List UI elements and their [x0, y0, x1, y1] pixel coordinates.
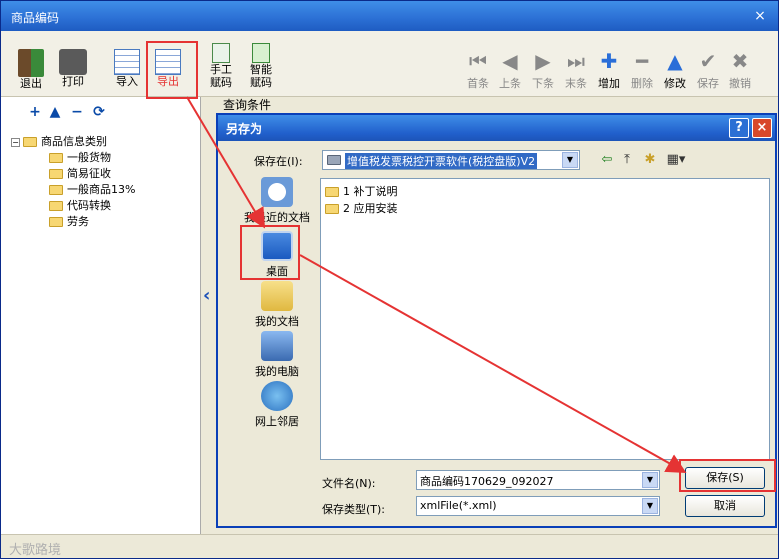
- list-item[interactable]: 2 应用安装: [325, 200, 398, 216]
- print-button[interactable]: 打印: [53, 41, 93, 99]
- dialog-title: 另存为: [226, 122, 263, 136]
- xml-smart-icon: [252, 43, 270, 63]
- exit-button[interactable]: 退出: [11, 41, 51, 99]
- save-record-button[interactable]: ✔ 保存: [691, 41, 725, 97]
- help-button[interactable]: ?: [729, 118, 749, 138]
- first-icon: ⏮: [469, 49, 487, 73]
- check-icon: ✔: [699, 49, 717, 73]
- highlight-box-desktop: [240, 225, 300, 280]
- printer-icon: [59, 49, 87, 75]
- highlight-box-export: [146, 41, 198, 99]
- filetype-select[interactable]: xmlFile(*.xml) ▼: [416, 496, 660, 516]
- network-globe-icon: [261, 381, 293, 411]
- edit-icon: ▲: [667, 49, 683, 73]
- save-in-select[interactable]: 增值税发票税控开票软件(税控盘版)V2 ▼: [322, 150, 580, 170]
- smart-code-button[interactable]: 智能 赋码: [241, 39, 281, 97]
- tree-item[interactable]: 代码转换: [49, 197, 111, 213]
- folder-icon: [49, 169, 63, 179]
- close-window-button[interactable]: ×: [750, 7, 770, 25]
- folder-icon: [325, 187, 339, 197]
- exit-door-icon: [18, 49, 44, 77]
- add-button[interactable]: ✚ 增加: [592, 41, 626, 97]
- view-menu-icon[interactable]: ▦▾: [664, 152, 688, 168]
- tree-add-icon[interactable]: +: [27, 103, 43, 121]
- prev-icon: ◀: [502, 49, 518, 73]
- collapse-panel-icon[interactable]: ‹: [203, 285, 210, 306]
- my-computer-icon: [261, 331, 293, 361]
- folder-icon: [327, 155, 341, 165]
- filename-input[interactable]: 商品编码170629_092027 ▼: [416, 470, 660, 490]
- last-icon: ⏭: [567, 49, 585, 73]
- plus-icon: ✚: [600, 49, 618, 73]
- tree-refresh-icon[interactable]: ⟳: [91, 103, 107, 121]
- folder-icon: [23, 137, 37, 147]
- place-my-documents[interactable]: 我的文档: [232, 281, 322, 331]
- filetype-label: 保存类型(T):: [322, 503, 386, 516]
- tree-item[interactable]: 简易征收: [49, 165, 111, 181]
- prev-record-button[interactable]: ◀ 上条: [493, 41, 527, 97]
- file-list[interactable]: 1 补丁说明 2 应用安装: [320, 178, 770, 460]
- back-icon[interactable]: ⇦: [598, 152, 616, 168]
- main-window: 商品编码 × 退出 打印 导入 导出 手工 赋码 智能 赋码 ⏮ 首条 ◀ 上条…: [0, 0, 779, 559]
- manual-code-button[interactable]: 手工 赋码: [201, 39, 241, 97]
- tree-item[interactable]: 一般货物: [49, 149, 111, 165]
- tree-remove-icon[interactable]: −: [69, 103, 85, 121]
- watermark-logo: 大歌路境: [9, 543, 62, 558]
- delete-button[interactable]: ━ 删除: [625, 41, 659, 97]
- last-record-button[interactable]: ⏭ 末条: [559, 41, 593, 97]
- cross-icon: ✖: [731, 49, 749, 73]
- up-folder-icon[interactable]: ⤒: [618, 152, 636, 168]
- xml-doc-icon: [212, 43, 230, 63]
- query-conditions-label: 查询条件: [223, 98, 272, 112]
- folder-icon: [49, 153, 63, 163]
- filename-label: 文件名(N):: [322, 477, 376, 490]
- folder-icon: [49, 217, 63, 227]
- folder-icon: [49, 185, 63, 195]
- undo-button[interactable]: ✖ 撤销: [723, 41, 757, 97]
- tree-toolbar: + ▲ − ⟳: [9, 101, 193, 125]
- tree-item[interactable]: 一般商品13%: [49, 181, 135, 197]
- tree-item[interactable]: 劳务: [49, 213, 89, 229]
- status-bar: [1, 534, 778, 558]
- place-recent[interactable]: 我最近的文档: [232, 177, 322, 227]
- highlight-box-save: [679, 459, 776, 492]
- minus-icon: ━: [635, 49, 649, 73]
- dialog-close-button[interactable]: ×: [752, 118, 772, 138]
- tree-up-icon[interactable]: ▲: [47, 103, 63, 121]
- next-record-button[interactable]: ▶ 下条: [526, 41, 560, 97]
- new-folder-icon[interactable]: ✱: [641, 152, 659, 168]
- folder-icon: [325, 204, 339, 214]
- cancel-button[interactable]: 取消: [685, 495, 765, 517]
- my-documents-icon: [261, 281, 293, 311]
- toolbar: 退出 打印 导入 导出 手工 赋码 智能 赋码 ⏮ 首条 ◀ 上条 ▶ 下条 ⏭…: [1, 31, 778, 99]
- list-item[interactable]: 1 补丁说明: [325, 183, 398, 199]
- main-titlebar: 商品编码 ×: [1, 1, 778, 31]
- category-panel: + ▲ − ⟳ − 商品信息类别 一般货物 简易征收 一般商品13% 代码转换 劳…: [1, 97, 201, 534]
- chevron-down-icon[interactable]: ▼: [642, 472, 658, 488]
- place-network[interactable]: 网上邻居: [232, 381, 322, 431]
- save-in-label: 保存在(I):: [254, 155, 303, 168]
- dialog-titlebar: 另存为 ? ×: [218, 115, 775, 141]
- next-icon: ▶: [535, 49, 551, 73]
- import-button[interactable]: 导入: [107, 41, 147, 99]
- collapse-icon[interactable]: −: [11, 137, 20, 147]
- place-my-computer[interactable]: 我的电脑: [232, 331, 322, 381]
- edit-button[interactable]: ▲ 修改: [658, 41, 692, 97]
- chevron-down-icon: ▼: [562, 152, 578, 168]
- window-title: 商品编码: [11, 11, 60, 25]
- recent-docs-icon: [261, 177, 293, 207]
- tree-root[interactable]: − 商品信息类别: [11, 133, 107, 149]
- chevron-down-icon[interactable]: ▼: [642, 498, 658, 514]
- folder-icon: [49, 201, 63, 211]
- import-table-icon: [114, 49, 140, 75]
- first-record-button[interactable]: ⏮ 首条: [461, 41, 495, 97]
